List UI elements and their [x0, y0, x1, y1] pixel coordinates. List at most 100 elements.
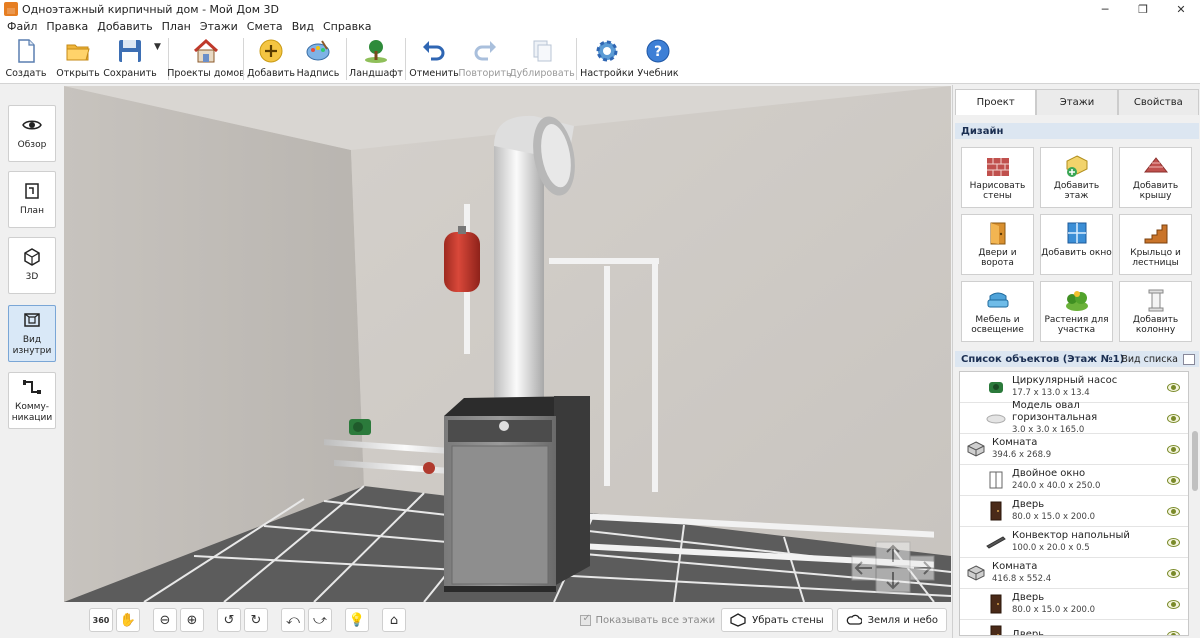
menu-edit[interactable]: Правка — [43, 20, 94, 33]
menu-add[interactable]: Добавить — [94, 20, 158, 33]
add-button[interactable]: Добавить — [247, 34, 295, 82]
remove-walls-button[interactable]: Убрать стены — [721, 608, 833, 632]
tab-floors[interactable]: Этажи — [1036, 89, 1118, 115]
visibility-eye-icon[interactable] — [1167, 537, 1180, 547]
menu-plan[interactable]: План — [159, 20, 197, 33]
undo-button[interactable]: Отменить — [409, 34, 459, 82]
list-item[interactable]: Модель овал горизонтальная 3.0 x 3.0 x 16… — [960, 400, 1188, 435]
list-item[interactable]: Комната 416.8 x 552.4 — [960, 558, 1188, 589]
porch-stairs-button[interactable]: Крыльцо и лестницы — [1119, 214, 1192, 275]
visibility-eye-icon[interactable] — [1167, 568, 1180, 578]
lighting-button[interactable]: 💡 — [345, 608, 369, 632]
new-file-icon — [18, 39, 35, 63]
valve — [423, 462, 435, 474]
furniture-lighting-button[interactable]: Мебель и освещение — [961, 281, 1034, 342]
house-projects-button[interactable]: Проекты домов — [167, 34, 245, 82]
visibility-eye-icon[interactable] — [1167, 475, 1180, 485]
tab-project[interactable]: Проект — [955, 89, 1037, 115]
undo-icon — [423, 41, 445, 61]
cloud-icon — [846, 614, 862, 625]
walls-icon — [730, 613, 746, 627]
visibility-eye-icon[interactable] — [1167, 413, 1180, 423]
add-floor-button[interactable]: Добавить этаж — [1040, 147, 1113, 208]
view-3d-button[interactable]: 3D — [8, 237, 56, 294]
rotate-left-button[interactable]: ↺ — [217, 608, 241, 632]
home-view-button[interactable]: ⌂ — [382, 608, 406, 632]
redo-button: Повторить — [458, 34, 512, 82]
3d-viewport[interactable] — [64, 86, 951, 602]
window-title: Одноэтажный кирпичный дом - Мой Дом 3D — [22, 2, 279, 16]
tilt-down-button[interactable]: ⤻ — [308, 608, 332, 632]
tab-properties[interactable]: Свойства — [1117, 89, 1199, 115]
draw-walls-button[interactable]: Нарисовать стены — [961, 147, 1034, 208]
menu-help[interactable]: Справка — [320, 20, 377, 33]
tutorial-button[interactable]: ? Учебник — [633, 34, 683, 82]
plan-icon — [25, 183, 39, 199]
view-plan-button[interactable]: План — [8, 171, 56, 228]
view-utilities-button[interactable]: Комму-никации — [8, 372, 56, 429]
app-icon — [4, 2, 18, 16]
oval-model-icon — [986, 408, 1006, 428]
gas-boiler — [444, 396, 590, 592]
create-button[interactable]: Создать — [0, 34, 52, 82]
save-dropdown-arrow[interactable]: ▼ — [154, 42, 164, 52]
menu-estimate[interactable]: Смета — [244, 20, 289, 33]
visibility-eye-icon[interactable] — [1167, 506, 1180, 516]
plus-circle-icon — [259, 39, 283, 63]
zoom-out-button[interactable]: ⊖ — [153, 608, 177, 632]
settings-button[interactable]: Настройки — [580, 34, 634, 82]
show-all-floors-checkbox[interactable] — [580, 613, 592, 626]
zoom-in-button[interactable]: ⊕ — [180, 608, 204, 632]
menu-view[interactable]: Вид — [289, 20, 320, 33]
list-item[interactable]: Дверь 80.0 x 15.0 x 200.0 — [960, 589, 1188, 620]
landscape-button[interactable]: Ландшафт — [349, 34, 403, 82]
object-name: Конвектор напольный — [1012, 530, 1130, 541]
visibility-eye-icon[interactable] — [1167, 599, 1180, 609]
list-item[interactable]: Двойное окно 240.0 x 40.0 x 250.0 — [960, 465, 1188, 496]
rotate-360-button[interactable]: 360 — [89, 608, 113, 632]
doors-gates-button[interactable]: Двери и ворота — [961, 214, 1034, 275]
scrollbar-thumb[interactable] — [1192, 431, 1198, 491]
view-inside-button[interactable]: Вид изнутри — [8, 305, 56, 362]
rotate-right-button[interactable]: ↻ — [244, 608, 268, 632]
visibility-eye-icon[interactable] — [1167, 630, 1180, 635]
list-item[interactable]: Циркулярный насос 17.7 x 13.0 x 13.4 — [960, 372, 1188, 403]
add-column-button[interactable]: Добавить колонну — [1119, 281, 1192, 342]
list-item[interactable]: Конвектор напольный 100.0 x 20.0 x 0.5 — [960, 527, 1188, 558]
maximize-button[interactable]: ❐ — [1124, 0, 1162, 18]
object-list-scrollbar[interactable] — [1190, 371, 1200, 636]
palette-icon — [306, 40, 330, 61]
circulation-pump — [349, 419, 371, 435]
tilt-down-icon: ⤻ — [313, 612, 327, 628]
title-bar: Одноэтажный кирпичный дом - Мой Дом 3D ─… — [0, 0, 1200, 18]
view-overview-button[interactable]: Обзор — [8, 105, 56, 162]
viewport-controls-bar: 360 ✋ ⊖ ⊕ ↺ ↻ ⤺ ⤻ 💡 ⌂ Показывать все эта… — [64, 602, 951, 638]
object-list: Циркулярный насос 17.7 x 13.0 x 13.4 Модел… — [959, 371, 1189, 636]
object-name: Модель овал горизонтальная — [1012, 400, 1098, 423]
list-item[interactable]: Дверь — [960, 620, 1188, 635]
close-button[interactable]: ✕ — [1162, 0, 1200, 18]
open-button[interactable]: Открыть — [52, 34, 104, 82]
minimize-button[interactable]: ─ — [1086, 0, 1124, 18]
toolbar-separator — [243, 38, 244, 80]
list-item[interactable]: Дверь 80.0 x 15.0 x 200.0 — [960, 496, 1188, 527]
list-item[interactable]: Комната 394.6 x 268.9 — [960, 434, 1188, 465]
design-section-header: Дизайн — [955, 123, 1199, 139]
save-button[interactable]: Сохранить — [103, 34, 157, 82]
tilt-up-button[interactable]: ⤺ — [281, 608, 305, 632]
caption-button[interactable]: Надпись — [294, 34, 342, 82]
add-window-button[interactable]: Добавить окно — [1040, 214, 1113, 275]
pan-hand-button[interactable]: ✋ — [116, 608, 140, 632]
folder-icon — [66, 44, 90, 61]
visibility-eye-icon[interactable] — [1167, 444, 1180, 454]
visibility-eye-icon[interactable] — [1167, 382, 1180, 392]
add-roof-button[interactable]: Добавить крышу — [1119, 147, 1192, 208]
menu-floors[interactable]: Этажи — [197, 20, 244, 33]
garden-plants-button[interactable]: Растения для участка — [1040, 281, 1113, 342]
pump-icon — [986, 377, 1006, 397]
list-view-toggle[interactable]: Вид списка — [1121, 351, 1195, 367]
earth-sky-button[interactable]: Земля и небо — [836, 608, 947, 632]
window-icon — [986, 470, 1006, 490]
roof-icon — [1143, 157, 1168, 173]
menu-file[interactable]: Файл — [4, 20, 43, 33]
